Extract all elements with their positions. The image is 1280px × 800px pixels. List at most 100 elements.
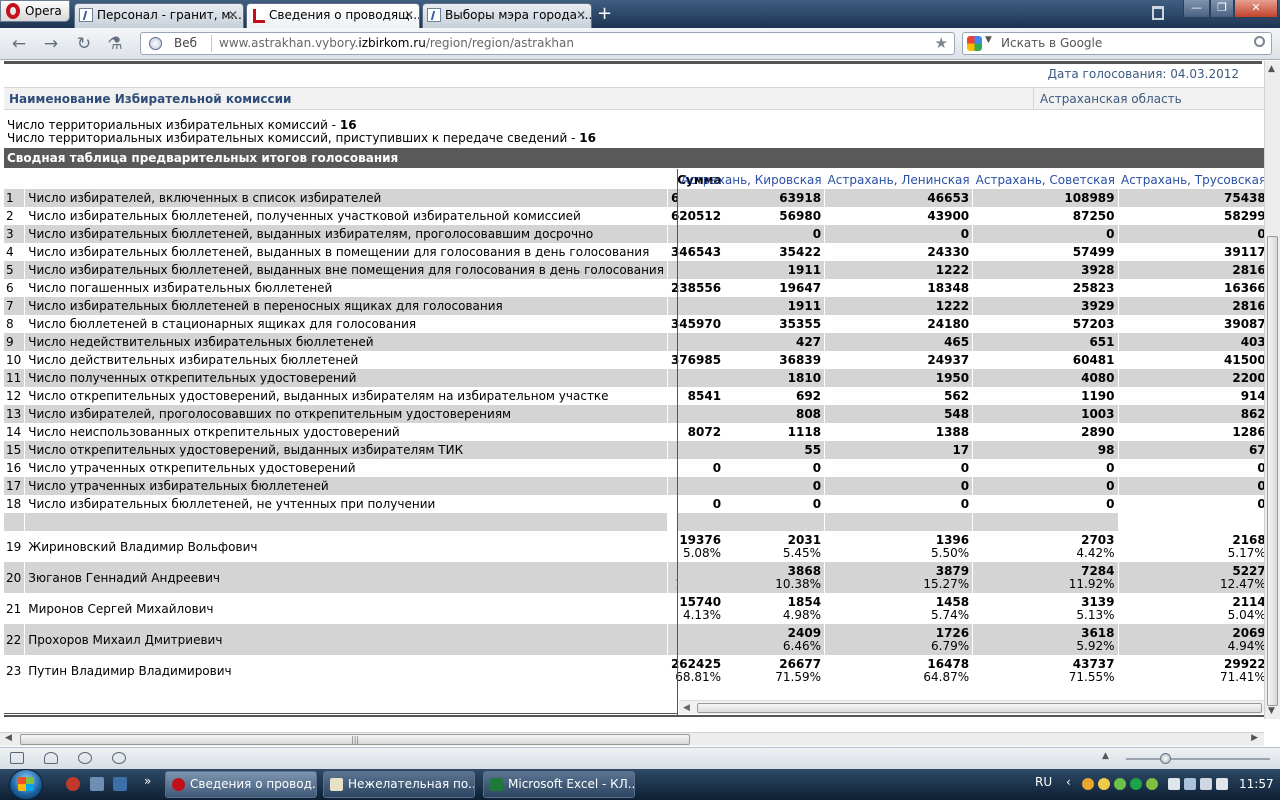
key-icon[interactable]: ⚗ (104, 33, 126, 55)
language-indicator[interactable]: RU (1035, 775, 1052, 789)
table-row: 15 Число открепительных удостоверений, вы… (4, 441, 726, 459)
globe-icon (149, 37, 162, 50)
forward-arrow-icon[interactable]: → (40, 33, 62, 55)
candidate-district-cell: 43737 71.55% (972, 655, 1119, 686)
tray-app-icon[interactable] (1200, 778, 1212, 790)
chevron-down-icon[interactable]: ▼ (985, 35, 992, 45)
district-value: 403 (1118, 333, 1264, 351)
clock[interactable]: 11:57 (1239, 777, 1274, 791)
commission-value[interactable]: Астраханская область (1033, 88, 1188, 109)
search-icon[interactable] (1254, 36, 1265, 47)
reload-icon[interactable]: ↻ (73, 33, 95, 55)
zoom-up-icon[interactable]: ▲ (1102, 751, 1109, 761)
show-desktop-icon[interactable] (90, 777, 104, 791)
row-number: 11 (4, 369, 26, 387)
page-vertical-scrollbar[interactable]: ▲ ▼ (1264, 61, 1280, 719)
tab-personal[interactable]: Персонал - гранит, м... ✕ (74, 3, 244, 28)
table-row: 0000 (678, 495, 1264, 513)
tab-close-icon[interactable]: ✕ (576, 4, 586, 26)
zoom-slider-track[interactable] (1126, 758, 1270, 760)
frame-bottom-border (4, 715, 1264, 717)
cloud-icon[interactable] (44, 752, 58, 764)
district-value: 25823 (972, 279, 1119, 297)
candidate-row: 23 Путин Владимир Владимирович 262425 68.81… (4, 655, 726, 686)
table-row: 17 Число утраченных избирательных бюллете… (4, 477, 726, 495)
district-value: 2890 (972, 423, 1119, 441)
trash-icon[interactable] (1152, 6, 1164, 20)
tray-app-icon[interactable] (1168, 778, 1180, 790)
tray-app-icon[interactable] (1146, 778, 1158, 790)
scroll-left-icon[interactable]: ◀ (683, 701, 690, 715)
district-value: 35355 (678, 315, 826, 333)
candidate-district-percent: 71.55% (1068, 670, 1115, 684)
scroll-right-icon[interactable]: ▶ (1251, 733, 1258, 743)
candidate-district-cell: 3868 10.38% (678, 562, 826, 593)
district-column-header[interactable]: Астрахань, Ленинская (825, 171, 973, 189)
panel-toggle-icon[interactable] (10, 752, 24, 764)
row-number: 14 (4, 423, 26, 441)
row-number: 7 (4, 297, 26, 315)
search-box[interactable]: ▼ Искать в Google (962, 32, 1272, 55)
district-column-header[interactable]: Астрахань, Трусовская (1118, 171, 1264, 189)
scrollbar-thumb[interactable] (697, 703, 1262, 713)
quicklaunch-more-icon[interactable]: » (144, 774, 151, 788)
district-column-header[interactable]: Астрахань, Кировская (678, 171, 825, 189)
district-column-header[interactable]: Астрахань, Советская (973, 171, 1118, 189)
district-value: 0 (824, 459, 974, 477)
table-horizontal-scrollbar[interactable]: ◀ (679, 700, 1264, 714)
page-horizontal-scrollbar[interactable]: ◀ ||| ▶ (0, 732, 1264, 746)
back-arrow-icon[interactable]: ← (8, 33, 30, 55)
scroll-down-icon[interactable]: ▼ (1268, 706, 1275, 716)
row-label: Число избирателей, проголосовавших по от… (24, 405, 668, 423)
row-label: Число открепительных удостоверений, выда… (24, 441, 668, 459)
scrollbar-thumb[interactable]: ||| (20, 734, 690, 745)
district-value: 36839 (678, 351, 826, 369)
taskbar-item-junkmail[interactable]: Нежелательная по... (323, 771, 475, 798)
url-text[interactable]: www.astrakhan.vybory.izbirkom.ru/region/… (219, 36, 574, 50)
tab-svedeniya[interactable]: Сведения о проводящ... ✕ (246, 3, 420, 28)
tray-app-icon[interactable] (1130, 778, 1142, 790)
row-number: 3 (4, 225, 26, 243)
taskbar-item-opera[interactable]: Сведения о провод... (165, 771, 317, 798)
row-label: Число бюллетеней в стационарных ящиках д… (24, 315, 668, 333)
scroll-up-icon[interactable]: ▲ (1268, 64, 1275, 74)
bookmark-star-icon[interactable]: ★ (935, 34, 948, 52)
tab-close-icon[interactable]: ✕ (228, 4, 238, 26)
google-icon[interactable] (967, 36, 982, 51)
scroll-left-icon[interactable]: ◀ (5, 733, 12, 743)
opera-quicklaunch-icon[interactable] (66, 777, 80, 791)
district-value: 1911 (678, 297, 826, 315)
num-header (4, 171, 25, 189)
unite-icon[interactable] (78, 752, 92, 764)
candidate-district-cell: 1726 6.79% (824, 624, 974, 655)
taskbar-item-excel[interactable]: Microsoft Excel - КЛ... (483, 771, 635, 798)
close-window-button[interactable]: ✕ (1234, 0, 1278, 18)
tab-vybory-mera[interactable]: Выборы мэра города ... ✕ (422, 3, 592, 28)
row-number: 22 (4, 624, 26, 655)
tray-app-icon[interactable] (1082, 778, 1094, 790)
speed-dial-icon[interactable] (112, 752, 126, 764)
district-value: 3928 (972, 261, 1119, 279)
tray-app-icon[interactable] (1098, 778, 1110, 790)
address-bar[interactable]: Веб www.astrakhan.vybory.izbirkom.ru/reg… (140, 32, 955, 55)
district-value: 914 (1118, 387, 1264, 405)
volume-icon[interactable] (1216, 778, 1228, 790)
table-title: Сводная таблица предварительных итогов г… (4, 148, 1264, 168)
start-button[interactable] (6, 769, 48, 800)
district-value: 1003 (972, 405, 1119, 423)
table-row: 8 Число бюллетеней в стационарных ящиках … (4, 315, 726, 333)
zoom-slider-knob[interactable] (1160, 753, 1171, 764)
scrollbar-thumb[interactable] (1267, 236, 1278, 706)
tray-expand-icon[interactable]: ‹ (1066, 775, 1071, 789)
voting-date: Дата голосования: 04.03.2012 (1047, 67, 1239, 81)
tab-close-icon[interactable]: ✕ (404, 4, 414, 26)
opera-menu-button[interactable]: Opera (0, 0, 70, 22)
network-icon[interactable] (1184, 778, 1196, 790)
district-value: 2816 (1118, 297, 1264, 315)
table-row: 13 Число избирателей, проголосовавших по … (4, 405, 726, 423)
minimize-button[interactable]: — (1183, 0, 1210, 18)
new-tab-button[interactable]: + (597, 4, 612, 24)
switch-windows-icon[interactable] (113, 777, 127, 791)
tray-app-icon[interactable] (1114, 778, 1126, 790)
maximize-button[interactable]: ❐ (1210, 0, 1234, 18)
